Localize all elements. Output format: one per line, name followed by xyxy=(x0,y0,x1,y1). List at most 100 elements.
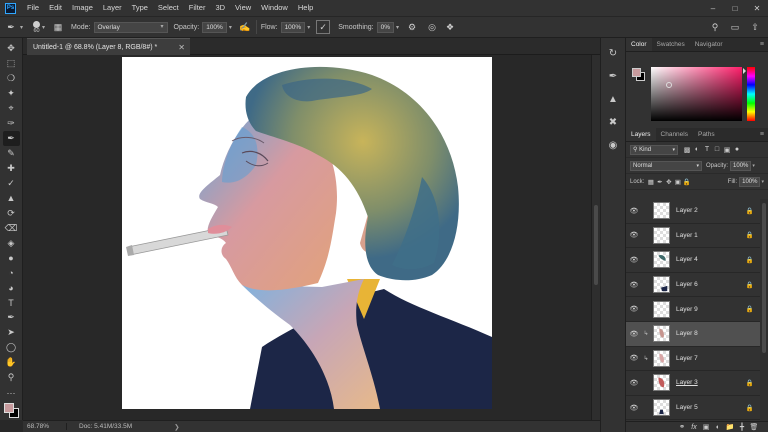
pixel-filter-icon[interactable]: ▩ xyxy=(682,146,692,154)
maximize-icon[interactable]: □ xyxy=(724,4,746,13)
chevron-down-icon[interactable]: ▾ xyxy=(761,179,764,185)
scrollbar-thumb[interactable] xyxy=(762,203,766,353)
menu-filter[interactable]: Filter xyxy=(184,0,211,16)
adjustment-layer-icon[interactable]: ◐ xyxy=(712,424,724,431)
smudge-tool-icon[interactable]: ◕ xyxy=(3,281,20,296)
menu-select[interactable]: Select xyxy=(153,0,184,16)
hand-tool-icon[interactable]: ✋ xyxy=(3,355,20,370)
smart-object-filter-icon[interactable]: ▣ xyxy=(722,146,732,154)
foreground-color-swatch[interactable] xyxy=(632,68,641,77)
layer-opacity-field[interactable]: 100% xyxy=(730,160,752,171)
menu-type[interactable]: Type xyxy=(127,0,153,16)
layer-row[interactable]: 👁 Layer 2 🔒 xyxy=(626,199,760,224)
zoom-level[interactable]: 68.78% xyxy=(23,423,67,430)
dodge-tool-icon[interactable]: ◔ xyxy=(3,266,20,281)
layer-row[interactable]: 👁 Layer 9 🔒 xyxy=(626,297,760,322)
pressure-opacity-icon[interactable]: ✍ xyxy=(238,20,252,34)
eye-icon[interactable]: 👁 xyxy=(626,330,642,338)
minimize-icon[interactable]: – xyxy=(702,4,724,13)
healing-tool-icon[interactable]: ✚ xyxy=(3,161,20,176)
trash-icon[interactable]: 🗑 xyxy=(748,423,760,431)
chevron-down-icon[interactable]: ▾ xyxy=(42,24,45,31)
layers-scrollbar[interactable] xyxy=(760,199,768,421)
eraser-tool-icon[interactable]: ⌫ xyxy=(3,221,20,236)
brush-tool-preset-icon[interactable]: ✒ xyxy=(4,20,18,34)
menu-edit[interactable]: Edit xyxy=(44,0,67,16)
zoom-tool-icon[interactable]: ⚲ xyxy=(3,370,20,385)
brush-settings-icon[interactable]: ▦ xyxy=(51,20,65,34)
libraries-panel-icon[interactable]: ◉ xyxy=(604,136,622,154)
menu-file[interactable]: File xyxy=(22,0,44,16)
airbrush-icon[interactable]: ✓ xyxy=(316,20,331,34)
eyedropper-tool-icon[interactable]: ✑ xyxy=(3,116,20,131)
paint-bucket-tool-icon[interactable]: ◈ xyxy=(3,236,20,251)
ellipse-tool-icon[interactable]: ◯ xyxy=(3,340,20,355)
pressure-size-icon[interactable]: ◎ xyxy=(425,20,439,34)
mixer-brush-tool-icon[interactable]: ✓ xyxy=(3,176,20,191)
scrollbar-thumb[interactable] xyxy=(594,205,598,285)
tab-navigator[interactable]: Navigator xyxy=(690,38,728,51)
crop-tool-icon[interactable]: ⌖ xyxy=(3,101,20,116)
gear-icon[interactable]: ⚙ xyxy=(405,20,419,34)
add-mask-icon[interactable]: ▣ xyxy=(700,423,712,431)
photoshop-logo[interactable]: Ps xyxy=(5,2,16,14)
chevron-down-icon[interactable]: ▾ xyxy=(20,24,23,31)
brush-size-picker[interactable]: 60 ▾ xyxy=(33,20,45,34)
layer-row[interactable]: 👁 Layer 5 🔒 xyxy=(626,396,760,421)
menu-help[interactable]: Help xyxy=(293,0,318,16)
menu-image[interactable]: Image xyxy=(67,0,98,16)
canvas-vertical-scrollbar[interactable] xyxy=(591,55,600,420)
chevron-down-icon[interactable]: ▾ xyxy=(396,24,399,31)
tool-presets-panel-icon[interactable]: ✖ xyxy=(604,113,622,131)
tab-paths[interactable]: Paths xyxy=(693,128,720,141)
blur-tool-icon[interactable]: ● xyxy=(3,251,20,266)
tab-swatches[interactable]: Swatches xyxy=(652,38,690,51)
eye-icon[interactable]: 👁 xyxy=(626,305,642,313)
panel-menu-icon[interactable]: ≡ xyxy=(760,128,768,141)
eye-icon[interactable]: 👁 xyxy=(626,354,642,362)
layer-row[interactable]: 👁 Layer 6 🔒 xyxy=(626,273,760,298)
smoothing-field[interactable]: 0% xyxy=(376,21,395,33)
eye-icon[interactable]: 👁 xyxy=(626,379,642,387)
pencil-tool-icon[interactable]: ✎ xyxy=(3,146,20,161)
quick-select-tool-icon[interactable]: ✦ xyxy=(3,86,20,101)
close-icon[interactable]: ✕ xyxy=(746,4,768,13)
eye-icon[interactable]: 👁 xyxy=(626,404,642,412)
menu-layer[interactable]: Layer xyxy=(98,0,127,16)
clone-stamp-tool-icon[interactable]: ▲ xyxy=(3,191,20,206)
new-group-icon[interactable]: 📁 xyxy=(724,423,736,431)
menu-3d[interactable]: 3D xyxy=(210,0,230,16)
hue-marker[interactable] xyxy=(743,68,746,74)
workspace-icon[interactable]: ▭ xyxy=(728,20,742,34)
eye-icon[interactable]: 👁 xyxy=(626,231,642,239)
pen-tool-icon[interactable]: ✒ xyxy=(3,310,20,325)
menu-view[interactable]: View xyxy=(230,0,256,16)
canvas-area[interactable] xyxy=(23,55,600,420)
lock-artboard-icon[interactable]: ▣ xyxy=(673,178,682,186)
tab-channels[interactable]: Channels xyxy=(656,128,693,141)
chevron-down-icon[interactable]: ▾ xyxy=(229,24,232,31)
layer-row[interactable]: 👁 Layer 1 🔒 xyxy=(626,224,760,249)
shape-filter-icon[interactable]: □ xyxy=(712,146,722,153)
tab-layers[interactable]: Layers xyxy=(626,128,656,141)
link-layers-icon[interactable]: ⚭ xyxy=(676,423,688,431)
new-layer-icon[interactable]: ╋ xyxy=(736,423,748,431)
lock-pixels-icon[interactable]: ✒ xyxy=(655,178,664,186)
blend-mode-select[interactable]: Normal ▾ xyxy=(630,160,702,171)
layer-style-icon[interactable]: fx xyxy=(688,424,700,431)
eye-icon[interactable]: 👁 xyxy=(626,281,642,289)
symmetry-icon[interactable]: ❖ xyxy=(443,20,457,34)
mode-select[interactable]: Overlay ▾ xyxy=(93,21,168,33)
layer-row[interactable]: 👁 ↳ Layer 7 xyxy=(626,347,760,372)
foreground-color-swatch[interactable] xyxy=(3,403,14,414)
history-brush-tool-icon[interactable]: ⟳ xyxy=(3,206,20,221)
color-field[interactable] xyxy=(651,67,742,121)
artwork-canvas[interactable] xyxy=(122,57,492,409)
move-tool-icon[interactable]: ✥ xyxy=(3,41,20,56)
eye-icon[interactable]: 👁 xyxy=(626,207,642,215)
adjustment-filter-icon[interactable]: ◐ xyxy=(692,146,702,153)
lock-transparency-icon[interactable]: ▦ xyxy=(646,178,655,186)
filter-kind-select[interactable]: ⚲ Kind ▾ xyxy=(630,144,678,155)
lock-all-icon[interactable]: 🔒 xyxy=(682,178,691,186)
fill-field[interactable]: 100% xyxy=(739,176,761,187)
